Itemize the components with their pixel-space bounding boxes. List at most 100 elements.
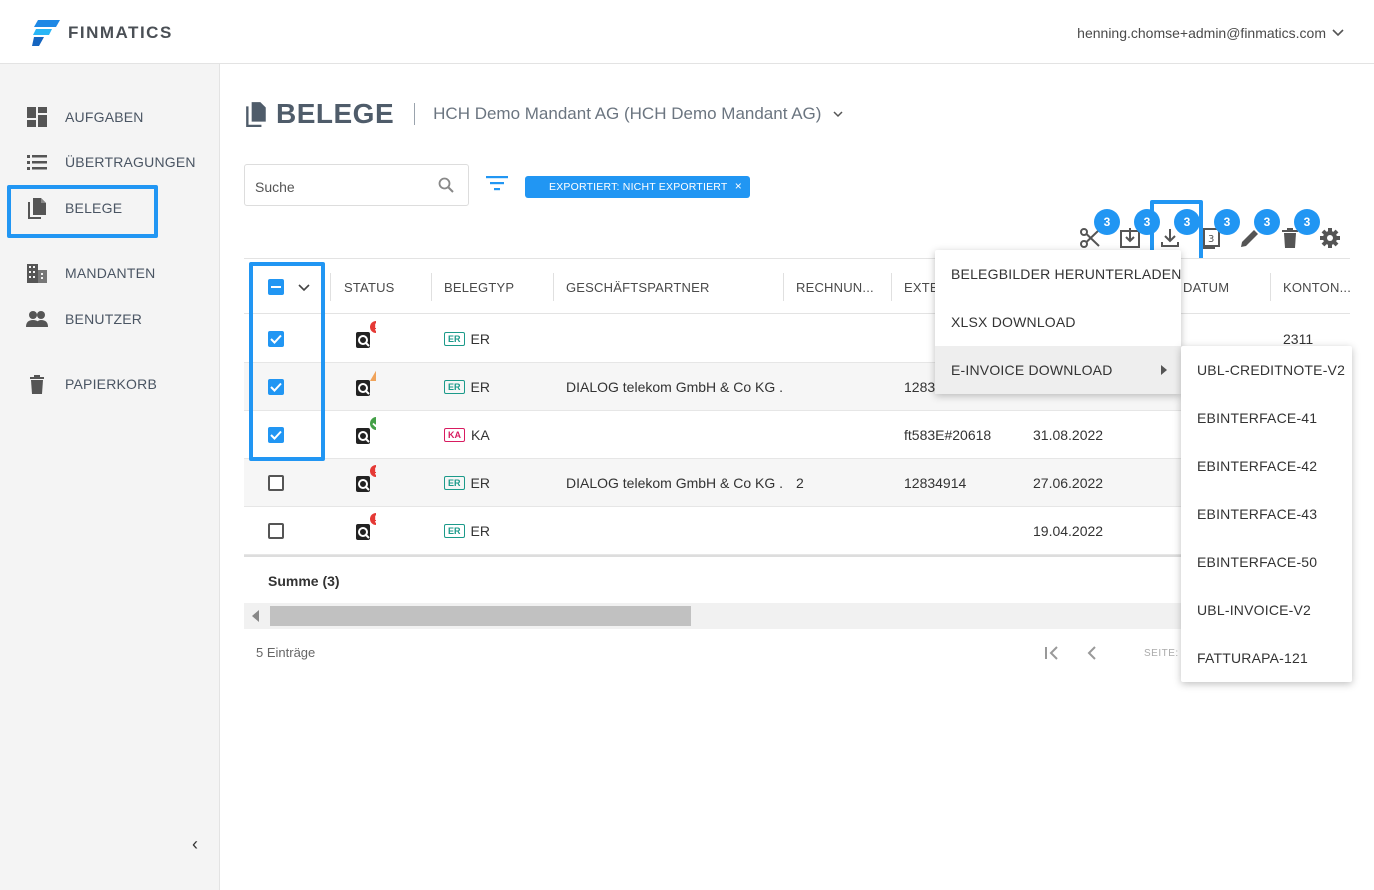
search-input[interactable]: Suche [244, 164, 469, 206]
menu-item-fatturapa-121[interactable]: FATTURAPA-121 [1181, 634, 1352, 682]
column-header-belegtyp[interactable]: BELEGTYP [444, 259, 514, 315]
filter-chip-exportiert[interactable]: EXPORTIERT: NICHT EXPORTIERT × [525, 176, 750, 198]
extern-cell: ft583E#20618 [904, 427, 992, 443]
warning-icon [370, 370, 376, 381]
status-cell[interactable] [354, 363, 376, 411]
brand-name: FINMATICS [68, 23, 173, 42]
close-icon[interactable]: × [735, 179, 742, 193]
column-header-status[interactable]: STATUS [344, 259, 395, 315]
status-cell[interactable] [354, 507, 376, 555]
sidebar-item-label: AUFGABEN [65, 109, 144, 125]
sidebar-item-label: BELEGE [65, 200, 123, 216]
belegtyp-cell: ER ER [444, 459, 490, 507]
menu-item-belegbilder[interactable]: BELEGBILDER HERUNTERLADEN [935, 250, 1181, 298]
chevron-down-icon[interactable] [833, 110, 843, 118]
error-icon [370, 321, 376, 333]
row-checkbox[interactable] [268, 427, 284, 443]
status-cell[interactable] [354, 459, 376, 507]
trash-icon [30, 375, 44, 394]
type-label: ER [470, 331, 490, 347]
finmatics-logo-icon [32, 20, 60, 46]
mandant-selector[interactable]: HCH Demo Mandant AG (HCH Demo Mandant AG… [433, 104, 821, 124]
row-checkbox[interactable] [268, 523, 284, 539]
sidebar-item-label: MANDANTEN [65, 265, 156, 281]
settings-icon[interactable] [1318, 226, 1342, 250]
filter-icon[interactable] [486, 174, 508, 192]
column-divider [330, 273, 331, 301]
entries-count: 5 Einträge [256, 645, 316, 660]
column-divider [783, 273, 784, 301]
scroll-left-icon[interactable] [252, 610, 259, 622]
sidebar-item-aufgaben[interactable]: AUFGABEN [0, 97, 220, 137]
menu-item-ubl-creditnote-v2[interactable]: UBL-CREDITNOTE-V2 [1181, 346, 1352, 394]
chevron-down-icon[interactable] [298, 284, 310, 292]
scroll-thumb[interactable] [270, 606, 691, 626]
partner-cell: DIALOG telekom GmbH & Co KG ... [566, 475, 784, 491]
menu-item-xlsx-download[interactable]: XLSX DOWNLOAD [935, 298, 1181, 346]
document-icon [28, 198, 46, 219]
row-checkbox[interactable] [268, 379, 284, 395]
type-badge: ER [444, 476, 465, 490]
user-email: henning.chomse+admin@finmatics.com [1077, 25, 1326, 41]
datum-cell: 27.06.2022 [1033, 475, 1104, 491]
user-menu[interactable]: henning.chomse+admin@finmatics.com [1077, 25, 1344, 41]
row-checkbox[interactable] [268, 475, 284, 491]
selection-count-badge: 3 [1254, 209, 1280, 235]
menu-item-ebinterface-42[interactable]: EBINTERFACE-42 [1181, 442, 1352, 490]
rechnung-cell: 2 [796, 475, 804, 491]
collapse-sidebar-button[interactable]: ‹ [192, 834, 198, 855]
sidebar: AUFGABEN ÜBERTRAGUNGEN BELEGE MANDANTEN … [0, 64, 220, 890]
sidebar-item-papierkorb[interactable]: PAPIERKORB [0, 364, 220, 404]
column-header-extern[interactable]: EXTE [904, 259, 939, 315]
sidebar-item-label: BENUTZER [65, 311, 143, 327]
previous-page-icon[interactable] [1086, 646, 1098, 660]
selection-count-badge: 3 [1094, 209, 1120, 235]
datum-cell: 31.08.2022 [1033, 427, 1104, 443]
sidebar-item-mandanten[interactable]: MANDANTEN [0, 253, 220, 293]
table-header: STATUS BELEGTYP GESCHÄFTSPARTNER RECHNUN… [244, 258, 1351, 315]
logo[interactable]: FINMATICS [32, 20, 173, 46]
page-title: BELEGE [276, 98, 395, 129]
extern-cell: 12834914 [904, 475, 967, 491]
menu-item-ebinterface-41[interactable]: EBINTERFACE-41 [1181, 394, 1352, 442]
document-icon [246, 102, 266, 127]
einvoice-submenu: UBL-CREDITNOTE-V2 EBINTERFACE-41 EBINTER… [1181, 346, 1352, 682]
type-badge: ER [444, 380, 465, 394]
search-icon[interactable] [438, 177, 454, 193]
menu-item-ubl-invoice-v2[interactable]: UBL-INVOICE-V2 [1181, 586, 1352, 634]
menu-item-einvoice-download[interactable]: E-INVOICE DOWNLOAD [935, 346, 1181, 394]
status-cell[interactable] [354, 411, 376, 459]
column-header-rechnung[interactable]: RECHNUN... [796, 259, 874, 315]
column-header-geschaeftspartner[interactable]: GESCHÄFTSPARTNER [566, 259, 710, 315]
page-label: SEITE: [1144, 648, 1179, 659]
selection-count-badge: 3 [1294, 209, 1320, 235]
search-placeholder: Suche [255, 179, 295, 195]
menu-item-ebinterface-50[interactable]: EBINTERFACE-50 [1181, 538, 1352, 586]
menu-item-label: E-INVOICE DOWNLOAD [951, 362, 1113, 378]
title-divider [414, 103, 416, 125]
column-header-konto[interactable]: KONTON... [1283, 259, 1351, 315]
row-checkbox[interactable] [268, 331, 284, 347]
menu-item-ebinterface-43[interactable]: EBINTERFACE-43 [1181, 490, 1352, 538]
column-divider [431, 273, 432, 301]
belegtyp-cell: ER ER [444, 315, 490, 363]
status-cell[interactable] [354, 315, 376, 363]
sidebar-item-belege[interactable]: BELEGE [0, 188, 220, 228]
column-header-datum[interactable]: DATUM [1183, 259, 1229, 315]
sidebar-item-benutzer[interactable]: BENUTZER [0, 299, 220, 339]
select-all-checkbox[interactable] [268, 279, 284, 295]
type-label: ER [470, 379, 490, 395]
type-badge: ER [444, 332, 465, 346]
download-menu: BELEGBILDER HERUNTERLADEN XLSX DOWNLOAD … [935, 250, 1181, 394]
type-label: KA [471, 427, 490, 443]
type-label: ER [470, 475, 490, 491]
chevron-left-icon: ‹ [192, 834, 198, 854]
extern-cell: 1283 [904, 379, 936, 395]
selection-count-badge: 3 [1134, 209, 1160, 235]
error-icon [370, 465, 376, 477]
building-icon [27, 264, 47, 283]
type-badge: KA [444, 428, 465, 442]
type-badge: ER [444, 524, 465, 538]
first-page-icon[interactable] [1044, 646, 1060, 660]
sidebar-item-uebertragungen[interactable]: ÜBERTRAGUNGEN [0, 142, 220, 182]
